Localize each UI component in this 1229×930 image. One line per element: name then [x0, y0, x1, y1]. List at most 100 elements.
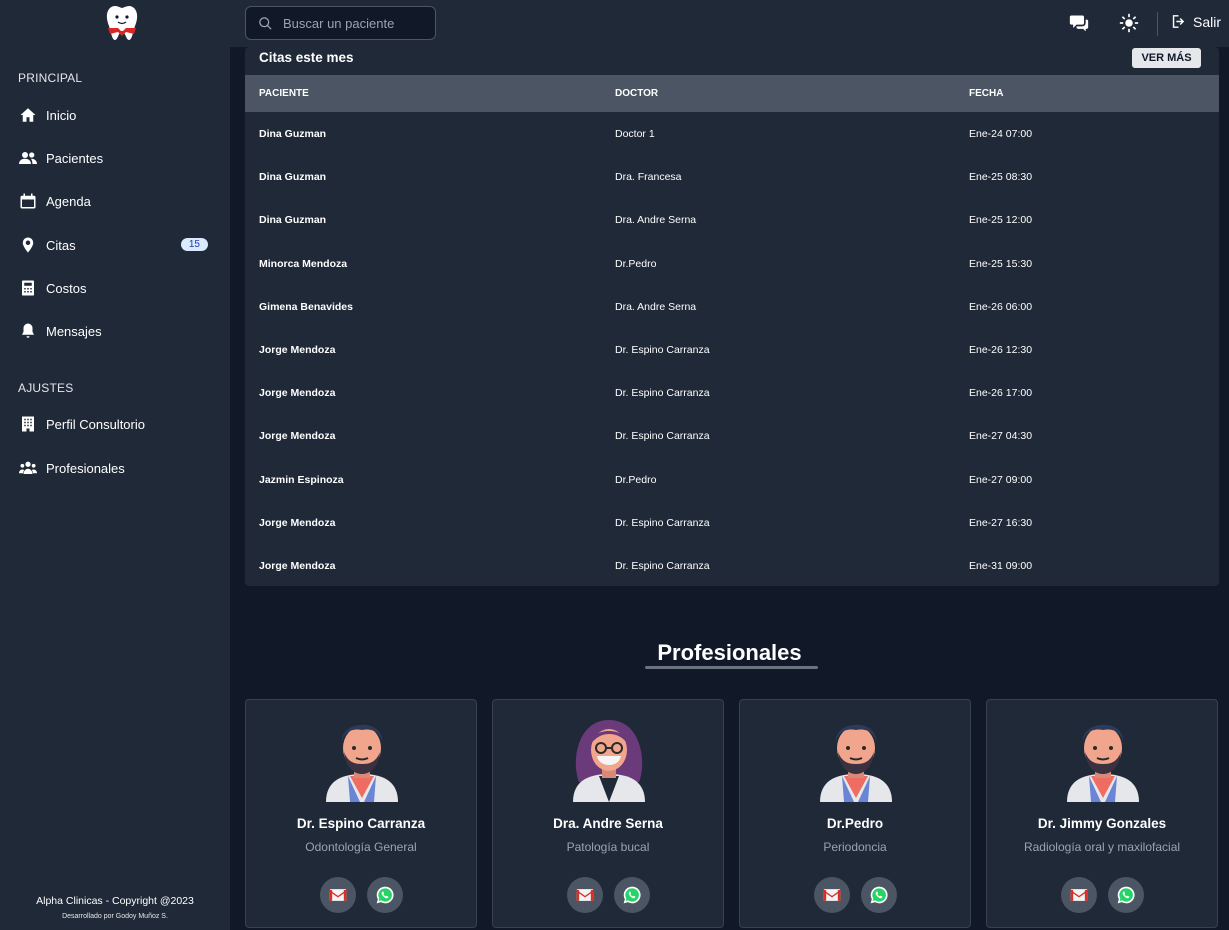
cell-patient: Jorge Mendoza	[259, 516, 336, 529]
column-header-doctor: DOCTOR	[615, 88, 659, 99]
map-pin-icon	[18, 235, 38, 255]
cell-date: Ene-25 12:00	[969, 214, 1033, 227]
whatsapp-button[interactable]	[367, 877, 403, 913]
cell-patient: Dina Guzman	[259, 128, 327, 140]
sidebar-item-costos[interactable]: Costos	[18, 274, 214, 302]
bell-icon	[18, 321, 38, 341]
table-row[interactable]: Dina Guzman Dra. Andre Serna Ene-25 12:00	[245, 198, 1219, 241]
sidebar-item-label: Agenda	[46, 193, 91, 209]
cell-patient: Minorca Mendoza	[259, 257, 348, 270]
cell-doctor: Dr. Espino Carranza	[615, 430, 710, 443]
chat-icon[interactable]	[1068, 12, 1090, 34]
cell-doctor: Dra. Andre Serna	[615, 214, 697, 227]
logout-button[interactable]: Salir	[1170, 13, 1221, 30]
professional-specialty: Radiología oral y maxilofacial	[1023, 840, 1181, 854]
search-icon	[259, 16, 272, 30]
email-button[interactable]	[320, 877, 356, 913]
email-button[interactable]	[814, 877, 850, 913]
sidebar-item-perfil-consultorio[interactable]: Perfil Consultorio	[18, 410, 214, 438]
cell-patient: Jorge Mendoza	[259, 387, 336, 400]
sidebar-item-label: Citas	[46, 237, 76, 253]
user-group-icon	[18, 458, 38, 478]
professional-card: Dr.Pedro Periodoncia	[739, 699, 971, 928]
table-row[interactable]: Jorge Mendoza Dr. Espino Carranza Ene-26 1…	[245, 371, 1219, 414]
cell-doctor: Dr. Espino Carranza	[615, 559, 710, 572]
cell-doctor: Dr.Pedro	[615, 257, 657, 270]
search-box[interactable]	[245, 6, 436, 40]
whatsapp-icon	[1117, 886, 1135, 904]
sidebar-item-inicio[interactable]: Inicio	[18, 101, 214, 129]
footer-copyright: Alpha Clinicas - Copyright @2023	[36, 895, 194, 907]
cell-patient: Dina Guzman	[259, 214, 327, 227]
professional-name: Dr. Jimmy Gonzales	[1037, 816, 1167, 831]
cell-patient: Jazmin Espinoza	[259, 473, 344, 486]
table-row[interactable]: Jorge Mendoza Dr. Espino Carranza Ene-26 1…	[245, 328, 1219, 371]
cell-patient: Jorge Mendoza	[259, 430, 336, 443]
sidebar-item-label: Mensajes	[46, 323, 102, 339]
section-title-ajustes: AJUSTES	[18, 381, 74, 395]
professional-name: Dr.Pedro	[826, 816, 884, 831]
table-row[interactable]: Jorge Mendoza Dr. Espino Carranza Ene-31 0…	[245, 544, 1219, 587]
sidebar-item-mensajes[interactable]: Mensajes	[18, 317, 214, 345]
users-icon	[18, 148, 38, 168]
sidebar-item-label: Inicio	[46, 107, 77, 123]
table-row[interactable]: Dina Guzman Doctor 1 Ene-24 07:00	[245, 112, 1219, 155]
appointments-title: Citas este mes	[259, 50, 354, 65]
cell-date: Ene-27 04:30	[969, 430, 1033, 443]
whatsapp-icon	[376, 886, 394, 904]
cell-date: Ene-24 07:00	[969, 128, 1033, 140]
cell-date: Ene-31 09:00	[969, 559, 1033, 572]
cell-doctor: Dr.Pedro	[615, 473, 657, 486]
section-title-principal: PRINCIPAL	[18, 71, 83, 85]
professional-card: Dra. Andre Serna Patología bucal	[492, 699, 724, 928]
search-input[interactable]	[283, 15, 423, 31]
gmail-icon	[1070, 889, 1088, 901]
professional-specialty: Periodoncia	[823, 840, 887, 854]
tooth-logo-icon[interactable]	[104, 4, 140, 42]
gmail-icon	[329, 889, 347, 901]
sidebar-item-citas[interactable]: Citas 15	[18, 231, 214, 259]
whatsapp-button[interactable]	[1108, 877, 1144, 913]
main-content: Citas este mes VER MÁS PACIENTE DOCTOR F…	[230, 47, 1229, 930]
gmail-icon	[576, 889, 594, 901]
whatsapp-button[interactable]	[614, 877, 650, 913]
cell-date: Ene-27 16:30	[969, 516, 1033, 529]
cell-doctor: Dra. Francesa	[615, 171, 682, 184]
cell-date: Ene-26 06:00	[969, 300, 1033, 313]
table-row[interactable]: Jazmin Espinoza Dr.Pedro Ene-27 09:00	[245, 458, 1219, 501]
cell-date: Ene-27 09:00	[969, 473, 1033, 486]
professional-card: Dr. Espino Carranza Odontología General	[245, 699, 477, 928]
sun-icon[interactable]	[1118, 12, 1140, 34]
sidebar-item-agenda[interactable]: Agenda	[18, 187, 214, 215]
male-doctor-avatar-icon	[1067, 724, 1139, 802]
table-row[interactable]: Dina Guzman Dra. Francesa Ene-25 08:30	[245, 155, 1219, 198]
whatsapp-button[interactable]	[861, 877, 897, 913]
calendar-icon	[18, 191, 38, 211]
cell-doctor: Dr. Espino Carranza	[615, 343, 710, 356]
professional-specialty: Patología bucal	[566, 840, 650, 854]
logout-label: Salir	[1193, 13, 1222, 30]
male-doctor-avatar-icon	[820, 724, 892, 802]
ver-mas-button[interactable]: VER MÁS	[1132, 48, 1201, 68]
email-button[interactable]	[567, 877, 603, 913]
male-doctor-avatar-icon	[326, 724, 398, 802]
sidebar-item-profesionales[interactable]: Profesionales	[18, 454, 214, 482]
home-icon	[18, 105, 38, 125]
table-row[interactable]: Jorge Mendoza Dr. Espino Carranza Ene-27 0…	[245, 414, 1219, 457]
professional-specialty: Odontología General	[305, 840, 417, 854]
cell-patient: Jorge Mendoza	[259, 559, 336, 572]
professionals-title: Profesionales	[657, 640, 802, 665]
table-row[interactable]: Gimena Benavides Dra. Andre Serna Ene-26 0…	[245, 285, 1219, 328]
cell-doctor: Dr. Espino Carranza	[615, 516, 710, 529]
female-doctor-avatar-icon	[573, 720, 645, 802]
email-button[interactable]	[1061, 877, 1097, 913]
sidebar: PRINCIPAL Inicio Pacientes Agenda Citas …	[0, 0, 230, 930]
sidebar-item-pacientes[interactable]: Pacientes	[18, 144, 214, 172]
whatsapp-icon	[623, 886, 641, 904]
cell-date: Ene-26 17:00	[969, 387, 1033, 400]
appointments-table-body: Dina Guzman Doctor 1 Ene-24 07:00 Dina Guz…	[245, 112, 1219, 587]
table-row[interactable]: Jorge Mendoza Dr. Espino Carranza Ene-27 1…	[245, 501, 1219, 544]
column-header-paciente: PACIENTE	[259, 88, 309, 99]
table-row[interactable]: Minorca Mendoza Dr.Pedro Ene-25 15:30	[245, 242, 1219, 285]
building-icon	[18, 414, 38, 434]
